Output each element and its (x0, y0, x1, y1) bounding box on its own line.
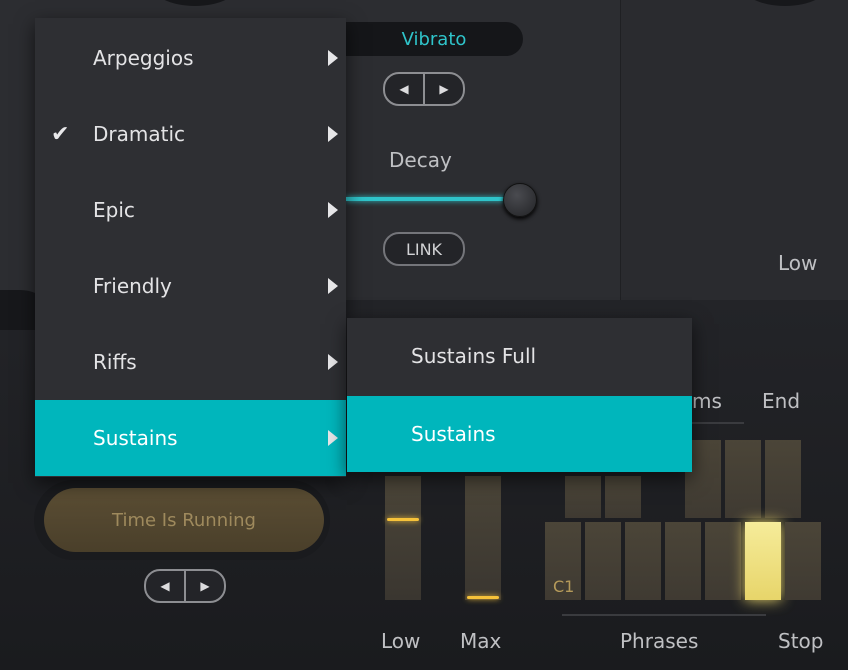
right-panel (620, 0, 848, 350)
low-slider[interactable] (385, 476, 421, 600)
submenu-arrow-icon (328, 202, 338, 218)
prev-arrow-icon[interactable]: ◀ (146, 571, 184, 601)
low-label-top: Low (778, 251, 818, 275)
low-slider-thumb[interactable] (387, 518, 419, 521)
decay-slider-thumb[interactable] (503, 183, 537, 217)
vibrato-stepper: ◀ ▶ (383, 72, 465, 106)
time-running-stepper: ◀ ▶ (144, 569, 226, 603)
sustains-submenu: Sustains Full Sustains (347, 318, 692, 472)
submenu-arrow-icon (328, 354, 338, 370)
max-slider-thumb[interactable] (467, 596, 499, 599)
low-label: Low (381, 629, 421, 653)
max-slider[interactable] (465, 476, 501, 600)
end-label: End (762, 389, 801, 413)
phrases-divider (562, 614, 766, 616)
key-upper[interactable] (725, 440, 761, 518)
link-button[interactable]: LINK (383, 232, 465, 266)
submenu-arrow-icon (328, 278, 338, 294)
key[interactable] (785, 522, 821, 600)
submenu-item-sustains[interactable]: Sustains (347, 396, 692, 472)
submenu-arrow-icon (328, 126, 338, 142)
key-upper[interactable] (765, 440, 801, 518)
key-active[interactable] (745, 522, 781, 600)
vibrato-display[interactable]: Vibrato (345, 22, 523, 56)
menu-item-riffs[interactable]: Riffs (35, 324, 346, 400)
menu-item-friendly[interactable]: Friendly (35, 248, 346, 324)
submenu-arrow-icon (328, 50, 338, 66)
phrases-label: Phrases (620, 629, 699, 653)
key[interactable] (625, 522, 661, 600)
key[interactable] (705, 522, 741, 600)
key-upper[interactable] (605, 476, 641, 518)
submenu-arrow-icon (328, 430, 338, 446)
key-upper[interactable] (565, 476, 601, 518)
key[interactable] (585, 522, 621, 600)
menu-item-arpeggios[interactable]: Arpeggios (35, 20, 346, 96)
submenu-item-sustains-full[interactable]: Sustains Full (347, 318, 692, 394)
menu-item-epic[interactable]: Epic (35, 172, 346, 248)
next-arrow-icon[interactable]: ▶ (184, 571, 224, 601)
menu-item-sustains[interactable]: Sustains (35, 400, 346, 476)
check-icon: ✔ (51, 121, 70, 147)
time-is-running-button[interactable]: Time Is Running (44, 488, 324, 552)
prev-arrow-icon[interactable]: ◀ (385, 74, 423, 104)
category-menu: Arpeggios ✔ Dramatic Epic Friendly Riffs… (35, 18, 346, 477)
column-label-partial: ms (692, 389, 722, 413)
next-arrow-icon[interactable]: ▶ (423, 74, 463, 104)
menu-item-dramatic[interactable]: ✔ Dramatic (35, 96, 346, 172)
key-c1-label: C1 (553, 577, 575, 596)
stop-label: Stop (778, 629, 824, 653)
key[interactable] (665, 522, 701, 600)
max-label: Max (460, 629, 502, 653)
decay-slider-track[interactable] (346, 197, 518, 201)
decay-label: Decay (389, 148, 452, 172)
divider (692, 422, 744, 424)
